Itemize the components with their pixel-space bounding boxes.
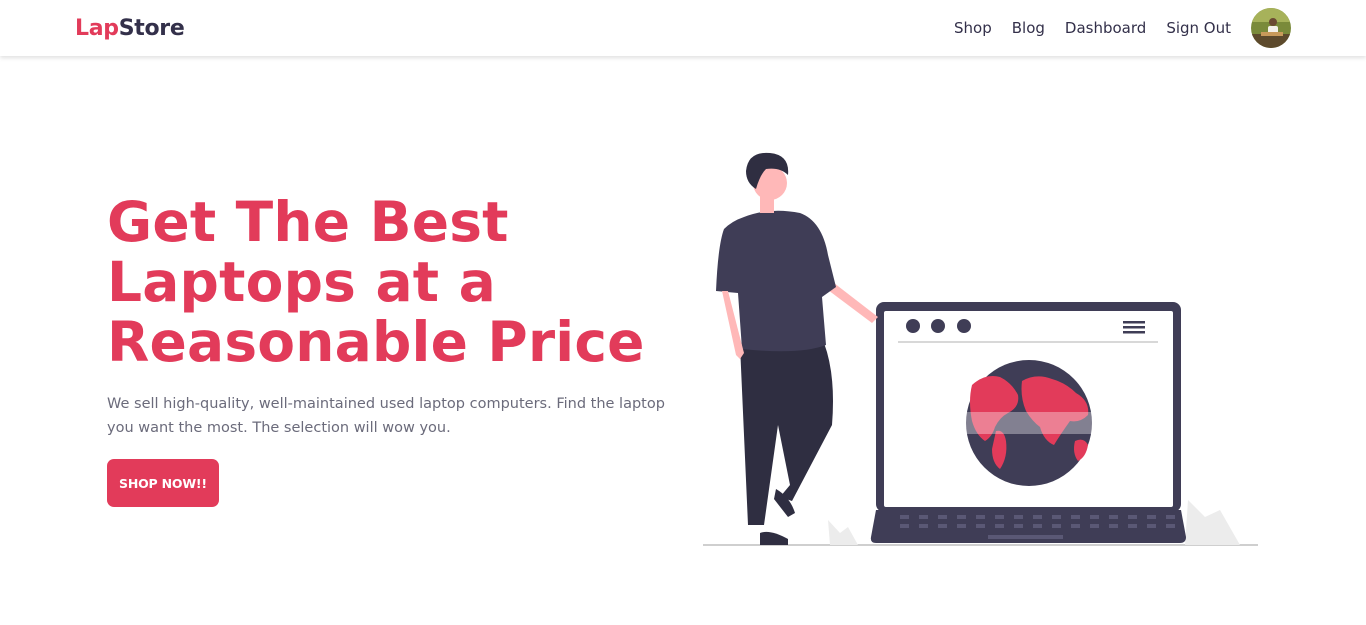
nav-link-blog[interactable]: Blog [1012,19,1045,37]
brand-logo-part2: Store [118,15,185,41]
plant-right [1185,500,1240,545]
nav-link-sign-out[interactable]: Sign Out [1166,19,1231,37]
user-avatar-image [1251,8,1291,48]
laptop-graphic [870,302,1186,543]
hero-illustration [703,152,1258,546]
nav-link-dashboard[interactable]: Dashboard [1065,19,1146,37]
hero-title: Get The Best Laptops at a Reasonable Pri… [107,192,667,372]
shop-now-button[interactable]: SHOP NOW!! [107,459,219,507]
nav-links: Shop Blog Dashboard Sign Out [934,8,1291,48]
user-avatar[interactable] [1251,8,1291,48]
brand-logo[interactable]: LapStore [75,15,185,41]
hero-title-line-3: Reasonable Price [107,310,645,374]
navbar: LapStore Shop Blog Dashboard Sign Out [0,0,1366,56]
hero-title-line-1: Get The Best [107,190,509,254]
hero-description: We sell high-quality, well-maintained us… [107,396,665,436]
brand-logo-part1: Lap [75,15,119,41]
person-graphic [716,152,878,545]
nav-link-shop[interactable]: Shop [954,19,992,37]
hero-title-line-2: Laptops at a [107,250,496,314]
plant-left [828,520,858,545]
